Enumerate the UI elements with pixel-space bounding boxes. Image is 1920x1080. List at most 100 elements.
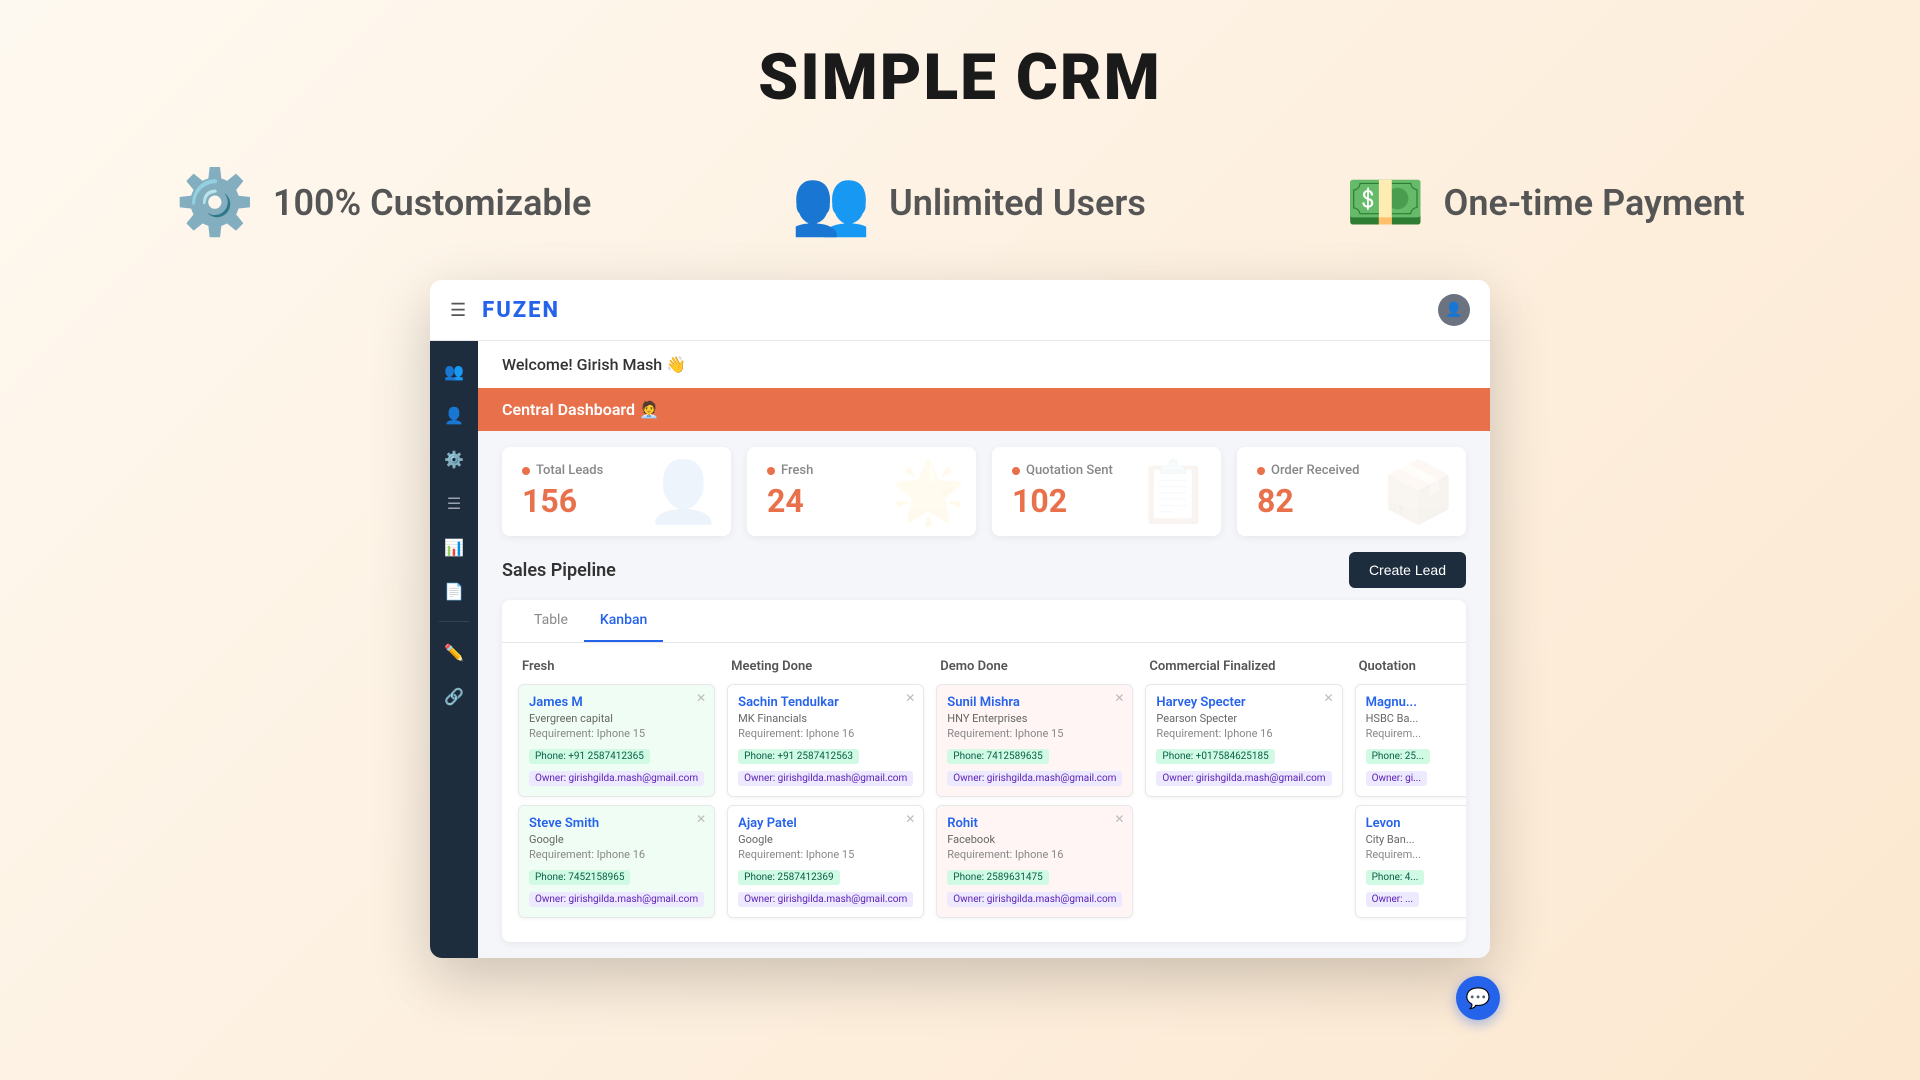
- feature-customizable: ⚙️ 100% Customizable: [175, 165, 591, 240]
- lead-card: ✕ Sunil Mishra HNY Enterprises Requireme…: [936, 684, 1133, 797]
- column-title-fresh: Fresh: [518, 659, 715, 674]
- lead-phone-badge: Phone: 4...: [1366, 870, 1425, 885]
- stat-dot-3: [1012, 467, 1020, 475]
- lead-card: ✕ Steve Smith Google Requirement: Iphone…: [518, 805, 715, 918]
- column-title-quotation: Quotation: [1355, 659, 1466, 674]
- dashboard-header: Central Dashboard 🧑‍💼: [478, 388, 1490, 431]
- sidebar-icon-people[interactable]: 👥: [436, 353, 472, 389]
- lead-card: ✕ Levon City Ban... Requirem... Phone: 4…: [1355, 805, 1466, 918]
- column-title-commercial: Commercial Finalized: [1145, 659, 1342, 674]
- lead-company: Google: [738, 833, 913, 846]
- welcome-bar: Welcome! Girish Mash 👋: [478, 341, 1490, 388]
- lead-card: ✕ Rohit Facebook Requirement: Iphone 16 …: [936, 805, 1133, 918]
- users-text: Unlimited Users: [889, 182, 1146, 224]
- lead-req: Requirement: Iphone 16: [947, 848, 1122, 861]
- title-bar: ☰ FUZEN 👤: [430, 280, 1490, 341]
- brand-logo: FUZEN: [482, 298, 1438, 323]
- lead-name[interactable]: Magnu...: [1366, 695, 1466, 710]
- sidebar-icon-settings[interactable]: ⚙️: [436, 441, 472, 477]
- pipeline-section: Sales Pipeline Create Lead Table Kanban: [478, 552, 1490, 958]
- lead-name[interactable]: Steve Smith: [529, 816, 704, 831]
- lead-company: Evergreen capital: [529, 712, 704, 725]
- lead-card: ✕ Magnu... HSBC Ba... Requirem... Phone:…: [1355, 684, 1466, 797]
- lead-name[interactable]: Sunil Mishra: [947, 695, 1122, 710]
- feature-users: 👥 Unlimited Users: [791, 165, 1145, 240]
- lead-phone-badge: Phone: +017584625185: [1156, 749, 1274, 764]
- close-icon[interactable]: ✕: [905, 812, 915, 826]
- lead-phone-badge: Phone: 2589631475: [947, 870, 1048, 885]
- sidebar-icon-document[interactable]: 📄: [436, 573, 472, 609]
- lead-req: Requirem...: [1366, 727, 1466, 740]
- lead-phone-badge: Phone: +91 2587412563: [738, 749, 859, 764]
- stat-order: Order Received 82 📦: [1237, 447, 1466, 536]
- stat-bg-icon-order: 📦: [1381, 456, 1456, 527]
- close-icon[interactable]: ✕: [1114, 691, 1124, 705]
- lead-owner-badge: Owner: girishgilda.mash@gmail.com: [1156, 771, 1331, 786]
- stat-dot-2: [767, 467, 775, 475]
- kanban-container: Table Kanban Fresh ✕ James M: [502, 600, 1466, 942]
- close-icon[interactable]: ✕: [1324, 691, 1334, 705]
- lead-card: ✕ James M Evergreen capital Requirement:…: [518, 684, 715, 797]
- lead-req: Requirement: Iphone 15: [529, 727, 704, 740]
- lead-name[interactable]: Sachin Tendulkar: [738, 695, 913, 710]
- close-icon[interactable]: ✕: [696, 691, 706, 705]
- stat-bg-icon-leads: 👤: [646, 456, 721, 527]
- stats-row: Total Leads 156 👤 Fresh 24 🌟: [478, 431, 1490, 552]
- lead-name[interactable]: Ajay Patel: [738, 816, 913, 831]
- create-lead-button[interactable]: Create Lead: [1349, 552, 1466, 588]
- lead-phone-badge: Phone: 2587412369: [738, 870, 839, 885]
- tab-kanban[interactable]: Kanban: [584, 600, 663, 642]
- sidebar-icon-edit[interactable]: ✏️: [436, 634, 472, 670]
- stat-bg-icon-fresh: 🌟: [891, 456, 966, 527]
- lead-req: Requirement: Iphone 15: [947, 727, 1122, 740]
- lead-owner-badge: Owner: ...: [1366, 892, 1419, 907]
- lead-name[interactable]: Rohit: [947, 816, 1122, 831]
- lead-name[interactable]: Harvey Specter: [1156, 695, 1331, 710]
- user-avatar[interactable]: 👤: [1438, 294, 1470, 326]
- app-window: ☰ FUZEN 👤 👥 👤 ⚙️ ☰ 📊 📄 ✏️ 🔗 Welcome! G: [430, 280, 1490, 958]
- lead-name[interactable]: James M: [529, 695, 704, 710]
- lead-owner-badge: Owner: girishgilda.mash@gmail.com: [529, 892, 704, 907]
- users-icon: 👥: [791, 165, 871, 240]
- close-icon[interactable]: ✕: [696, 812, 706, 826]
- sidebar-icon-person[interactable]: 👤: [436, 397, 472, 433]
- lead-req: Requirement: Iphone 16: [1156, 727, 1331, 740]
- stat-dot: [522, 467, 530, 475]
- lead-company: HSBC Ba...: [1366, 712, 1466, 725]
- lead-owner-badge: Owner: gi...: [1366, 771, 1427, 786]
- lead-phone-badge: Phone: 25...: [1366, 749, 1430, 764]
- page-title: SIMPLE CRM: [0, 40, 1920, 115]
- tabs: Table Kanban: [502, 600, 1466, 643]
- lead-owner-badge: Owner: girishgilda.mash@gmail.com: [947, 771, 1122, 786]
- lead-req: Requirement: Iphone 16: [529, 848, 704, 861]
- lead-phone-badge: Phone: 7452158965: [529, 870, 630, 885]
- sidebar-divider: [439, 621, 469, 622]
- lead-phone-badge: Phone: +91 2587412365: [529, 749, 650, 764]
- lead-req: Requirement: Iphone 16: [738, 727, 913, 740]
- chat-bubble-button[interactable]: 💬: [1456, 976, 1500, 1020]
- kanban-column-commercial: Commercial Finalized ✕ Harvey Specter Pe…: [1145, 659, 1342, 926]
- close-icon[interactable]: ✕: [1114, 812, 1124, 826]
- lead-company: Google: [529, 833, 704, 846]
- page-header: SIMPLE CRM: [0, 0, 1920, 135]
- lead-owner-badge: Owner: girishgilda.mash@gmail.com: [529, 771, 704, 786]
- lead-name[interactable]: Levon: [1366, 816, 1466, 831]
- customizable-icon: ⚙️: [175, 165, 255, 240]
- column-title-demo: Demo Done: [936, 659, 1133, 674]
- close-icon[interactable]: ✕: [905, 691, 915, 705]
- hamburger-icon[interactable]: ☰: [450, 300, 466, 321]
- lead-req: Requirement: Iphone 15: [738, 848, 913, 861]
- tab-table[interactable]: Table: [518, 600, 584, 642]
- pipeline-title: Sales Pipeline: [502, 560, 616, 581]
- lead-company: MK Financials: [738, 712, 913, 725]
- lead-owner-badge: Owner: girishgilda.mash@gmail.com: [947, 892, 1122, 907]
- sidebar-icon-list[interactable]: ☰: [436, 485, 472, 521]
- lead-phone-badge: Phone: 7412589635: [947, 749, 1048, 764]
- sidebar-icon-chart[interactable]: 📊: [436, 529, 472, 565]
- stat-total-leads: Total Leads 156 👤: [502, 447, 731, 536]
- payment-icon: 💵: [1346, 165, 1426, 240]
- lead-card: ✕ Ajay Patel Google Requirement: Iphone …: [727, 805, 924, 918]
- sidebar-icon-share[interactable]: 🔗: [436, 678, 472, 714]
- lead-card: ✕ Sachin Tendulkar MK Financials Require…: [727, 684, 924, 797]
- lead-req: Requirem...: [1366, 848, 1466, 861]
